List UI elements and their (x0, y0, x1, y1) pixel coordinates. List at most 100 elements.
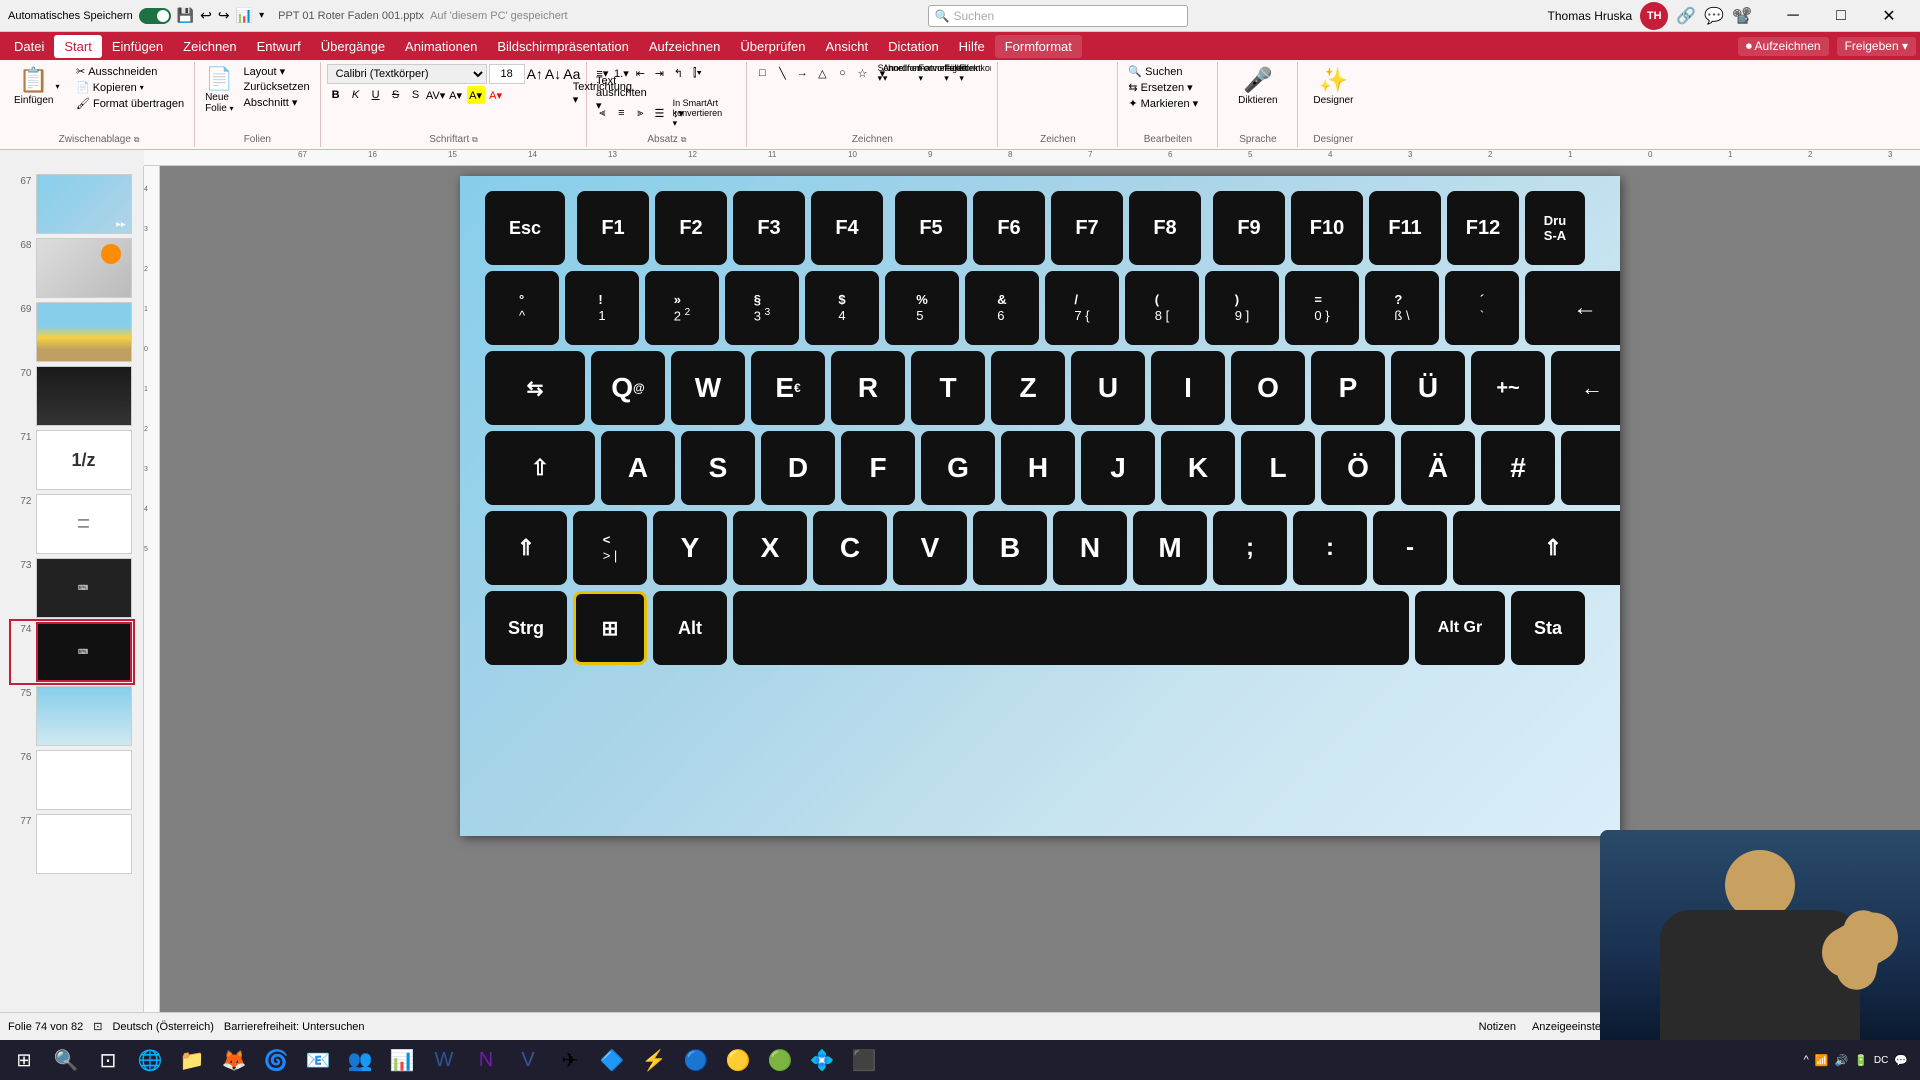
maximize-button[interactable]: □ (1818, 0, 1864, 32)
slide-thumb-68[interactable]: 68 (12, 238, 132, 298)
taskbar-app5[interactable]: 🟢 (760, 1040, 800, 1080)
key-x[interactable]: X (733, 511, 807, 585)
underline-button[interactable]: U (367, 86, 385, 104)
justify-button[interactable]: ☰ (650, 104, 668, 122)
taskbar-firefox[interactable]: 🦊 (214, 1040, 254, 1080)
key-j[interactable]: J (1081, 431, 1155, 505)
key-z[interactable]: Z (991, 351, 1065, 425)
key-9[interactable]: )9 ] (1205, 271, 1279, 345)
key-shift-right[interactable]: ⇑ (1453, 511, 1620, 585)
slide-thumb-67[interactable]: 67 ▶▶ (12, 174, 132, 234)
slide-thumb-74[interactable]: 74 ⌨ (12, 622, 132, 682)
key-backspace[interactable]: ← (1525, 271, 1620, 345)
menu-dictation[interactable]: Dictation (878, 35, 949, 58)
key-strg-left[interactable]: Strg (485, 591, 567, 665)
highlight-button[interactable]: A▾ (467, 86, 485, 104)
key-tab[interactable]: ⇆ (485, 351, 585, 425)
key-semicolon[interactable]: ; (1213, 511, 1287, 585)
taskbar-battery[interactable]: 🔋 (1854, 1054, 1868, 1067)
taskbar-app2[interactable]: ⚡ (634, 1040, 674, 1080)
neue-folie-button[interactable]: 📄 NeueFolie ▾ (201, 64, 237, 116)
key-a[interactable]: A (601, 431, 675, 505)
key-shift-left[interactable]: ⇑ (485, 511, 567, 585)
key-u[interactable]: U (1071, 351, 1145, 425)
key-p[interactable]: P (1311, 351, 1385, 425)
menu-uebergaenge[interactable]: Übergänge (311, 35, 395, 58)
key-7[interactable]: /7 { (1045, 271, 1119, 345)
key-k[interactable]: K (1161, 431, 1235, 505)
menu-aufzeichnen[interactable]: Aufzeichnen (639, 35, 731, 58)
ausschneiden-button[interactable]: ✂ Ausschneiden (72, 64, 188, 79)
taskbar-app1[interactable]: 🔷 (592, 1040, 632, 1080)
slide-thumb-73[interactable]: 73 ⌨ (12, 558, 132, 618)
key-m[interactable]: M (1133, 511, 1207, 585)
key-backtick[interactable]: ´` (1445, 271, 1519, 345)
key-ae[interactable]: Ä (1401, 431, 1475, 505)
menu-entwurf[interactable]: Entwurf (247, 35, 311, 58)
increase-font-button[interactable]: A↑ (527, 66, 543, 82)
key-f12[interactable]: F12 (1447, 191, 1519, 265)
key-t[interactable]: T (911, 351, 985, 425)
key-colon[interactable]: : (1293, 511, 1367, 585)
notes-button[interactable]: Notizen (1479, 1021, 1516, 1033)
key-0[interactable]: =0 } (1285, 271, 1359, 345)
bold-button[interactable]: B (327, 86, 345, 104)
slide-thumb-71[interactable]: 71 1/z (12, 430, 132, 490)
taskbar-powerpoint[interactable]: 📊 (382, 1040, 422, 1080)
taskbar-app3[interactable]: 🔵 (676, 1040, 716, 1080)
menu-bildschirm[interactable]: Bildschirmpräsentation (487, 35, 639, 58)
italic-button[interactable]: K (347, 86, 365, 104)
key-caret[interactable]: °^ (485, 271, 559, 345)
strikethrough-button[interactable]: S (387, 86, 405, 104)
key-alt-left[interactable]: Alt (653, 591, 727, 665)
rtl-button[interactable]: ↰ (669, 64, 687, 82)
search-box[interactable]: 🔍 Suchen (928, 5, 1188, 27)
key-q[interactable]: Q@ (591, 351, 665, 425)
shape-triangle[interactable]: △ (813, 64, 831, 82)
key-r[interactable]: R (831, 351, 905, 425)
increase-indent-button[interactable]: ⇥ (650, 64, 668, 82)
key-5[interactable]: %5 (885, 271, 959, 345)
key-3[interactable]: §3 3 (725, 271, 799, 345)
key-angle[interactable]: <> | (573, 511, 647, 585)
formkontur-button[interactable]: Formkontur ▾ (973, 64, 991, 82)
markieren-button[interactable]: ✦ Markieren ▾ (1124, 96, 1211, 111)
slide-thumb-70[interactable]: 70 (12, 366, 132, 426)
autosave-toggle[interactable] (139, 8, 171, 24)
menu-hilfe[interactable]: Hilfe (949, 35, 995, 58)
text-align-button[interactable]: Text ausrichten ▾ (612, 84, 630, 102)
key-8[interactable]: (8 [ (1125, 271, 1199, 345)
undo-icon[interactable]: ↩ (200, 7, 212, 24)
key-hash[interactable]: # (1481, 431, 1555, 505)
slide-thumb-76[interactable]: 76 (12, 750, 132, 810)
key-s[interactable]: S (681, 431, 755, 505)
key-c[interactable]: C (813, 511, 887, 585)
taskbar-onenote[interactable]: N (466, 1040, 506, 1080)
key-b[interactable]: B (973, 511, 1047, 585)
suchen-button[interactable]: 🔍 Suchen (1124, 64, 1211, 79)
taskbar-mail[interactable]: 📧 (298, 1040, 338, 1080)
taskbar-app4[interactable]: 🟡 (718, 1040, 758, 1080)
shadow-button[interactable]: S (407, 86, 425, 104)
taskbar-telegram[interactable]: ✈ (550, 1040, 590, 1080)
key-enter[interactable] (1561, 431, 1620, 505)
accessibility-label[interactable]: Barrierefreiheit: Untersuchen (224, 1021, 365, 1033)
font-size-input[interactable] (489, 64, 525, 84)
menu-formformat[interactable]: Formformat (995, 35, 1082, 58)
font-color-button[interactable]: A▾ (447, 86, 465, 104)
slide-thumb-75[interactable]: 75 (12, 686, 132, 746)
key-n[interactable]: N (1053, 511, 1127, 585)
menu-ueberpruefen[interactable]: Überprüfen (730, 35, 815, 58)
key-enter-top[interactable]: ← (1551, 351, 1620, 425)
slide-thumb-72[interactable]: 72 ━━━━━━ (12, 494, 132, 554)
taskbar-visio[interactable]: V (508, 1040, 548, 1080)
key-f9[interactable]: F9 (1213, 191, 1285, 265)
slide-panel[interactable]: 67 ▶▶ 68 69 70 71 1/z 72 (0, 166, 144, 1012)
taskbar-edge[interactable]: 🌐 (130, 1040, 170, 1080)
align-right-button[interactable]: ⫸ (631, 104, 649, 122)
shape-arrow[interactable]: → (793, 64, 811, 82)
key-e[interactable]: E€ (751, 351, 825, 425)
key-minus[interactable]: - (1373, 511, 1447, 585)
taskbar-network[interactable]: 📶 (1815, 1054, 1829, 1067)
shape-rect[interactable]: □ (753, 64, 771, 82)
